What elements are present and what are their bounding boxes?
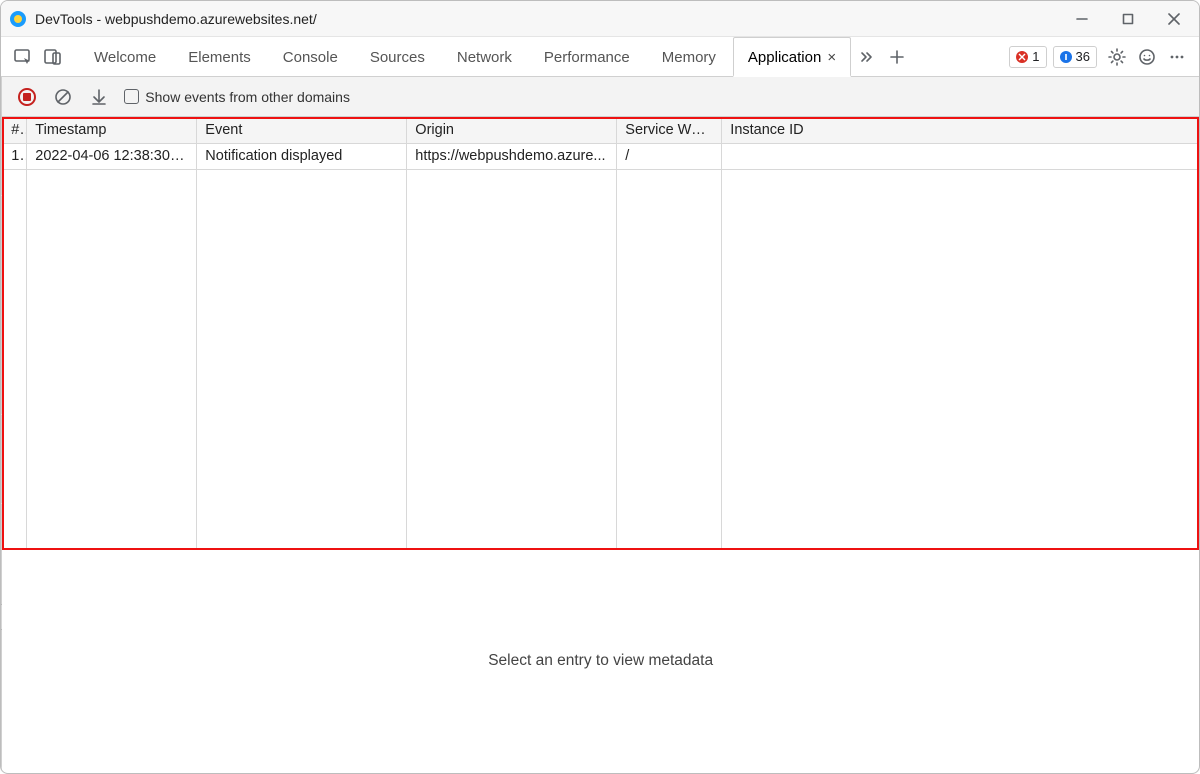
events-table: # Timestamp Event Origin Service Wor... … xyxy=(2,117,1199,170)
show-other-domains-label: Show events from other domains xyxy=(145,89,350,105)
events-table-area: # Timestamp Event Origin Service Wor... … xyxy=(2,117,1199,550)
error-dot-icon xyxy=(1016,51,1028,63)
info-dot-icon xyxy=(1060,51,1072,63)
tabbar: Welcome Elements Console Sources Network… xyxy=(1,37,1199,77)
col-instance[interactable]: Instance ID xyxy=(722,117,1199,143)
window-minimize-button[interactable] xyxy=(1059,4,1105,34)
show-other-domains-checkbox[interactable]: Show events from other domains xyxy=(124,89,350,105)
settings-icon[interactable] xyxy=(1103,43,1131,71)
device-toggle-icon[interactable] xyxy=(39,43,67,71)
col-sw[interactable]: Service Wor... xyxy=(617,117,722,143)
col-index[interactable]: # xyxy=(3,117,27,143)
tab-memory[interactable]: Memory xyxy=(647,37,731,77)
kebab-menu-icon[interactable] xyxy=(1163,43,1191,71)
titlebar: DevTools - webpushdemo.azurewebsites.net… xyxy=(1,1,1199,37)
clear-button[interactable] xyxy=(52,86,74,108)
devtools-app-icon xyxy=(9,10,27,28)
issues-count: 36 xyxy=(1076,49,1090,64)
error-badge[interactable]: 1 xyxy=(1009,46,1046,68)
save-button[interactable] xyxy=(88,86,110,108)
close-icon[interactable]: × xyxy=(827,49,836,66)
tab-sources[interactable]: Sources xyxy=(355,37,440,77)
issues-badge[interactable]: 36 xyxy=(1053,46,1097,68)
content-pane: Show events from other domains # Timesta… xyxy=(2,77,1199,773)
window-maximize-button[interactable] xyxy=(1105,4,1151,34)
window-title: DevTools - webpushdemo.azurewebsites.net… xyxy=(35,11,1059,27)
error-count: 1 xyxy=(1032,49,1039,64)
tab-performance[interactable]: Performance xyxy=(529,37,645,77)
more-tabs-icon[interactable] xyxy=(853,43,881,71)
col-origin[interactable]: Origin xyxy=(407,117,617,143)
col-timestamp[interactable]: Timestamp xyxy=(27,117,197,143)
inspect-icon[interactable] xyxy=(9,43,37,71)
col-event[interactable]: Event xyxy=(197,117,407,143)
table-header-row: # Timestamp Event Origin Service Wor... … xyxy=(3,117,1199,143)
stop-recording-button[interactable] xyxy=(16,86,38,108)
tab-console[interactable]: Console xyxy=(268,37,353,77)
checkbox-icon xyxy=(124,89,139,104)
metadata-placeholder: Select an entry to view metadata xyxy=(2,550,1199,774)
new-tab-icon[interactable] xyxy=(883,43,911,71)
tab-welcome[interactable]: Welcome xyxy=(79,37,171,77)
window-close-button[interactable] xyxy=(1151,4,1197,34)
tab-elements[interactable]: Elements xyxy=(173,37,266,77)
notifications-toolbar: Show events from other domains xyxy=(2,77,1199,117)
tab-network[interactable]: Network xyxy=(442,37,527,77)
table-row[interactable]: 1 2022-04-06 12:38:30.8... Notification … xyxy=(3,143,1199,169)
tab-application[interactable]: Application× xyxy=(733,37,851,77)
feedback-icon[interactable] xyxy=(1133,43,1161,71)
